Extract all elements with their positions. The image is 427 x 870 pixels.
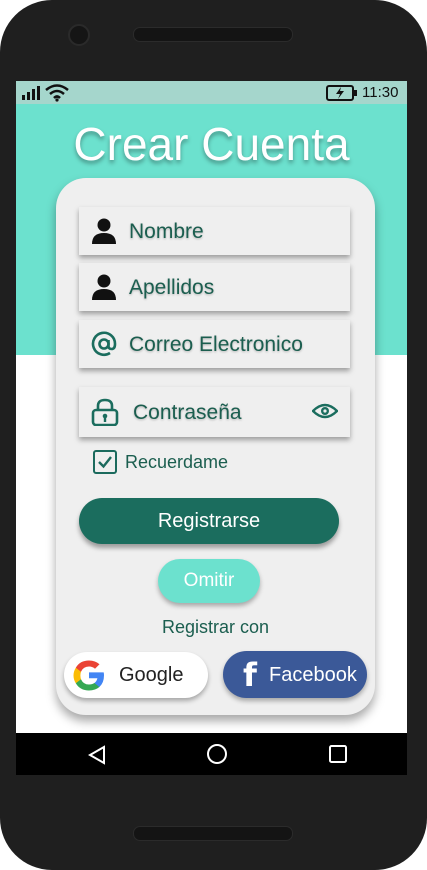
lock-icon bbox=[91, 398, 119, 426]
password-field[interactable]: Contraseña bbox=[79, 387, 350, 437]
remember-checkbox[interactable] bbox=[93, 450, 117, 474]
google-logo-icon bbox=[73, 660, 104, 691]
phone-frame: 11:30 Crear Cuenta Nombre Apellidos Corr… bbox=[0, 0, 427, 870]
password-placeholder: Contraseña bbox=[133, 401, 242, 424]
wifi-icon bbox=[45, 84, 69, 102]
google-signin-button[interactable]: Google bbox=[64, 652, 208, 698]
recent-apps-icon[interactable] bbox=[329, 745, 347, 763]
battery-charging-icon bbox=[326, 85, 357, 101]
email-field[interactable]: Correo Electronico bbox=[79, 320, 350, 368]
skip-button[interactable]: Omitir bbox=[158, 559, 260, 603]
home-icon[interactable] bbox=[206, 743, 228, 765]
eye-icon[interactable] bbox=[312, 402, 338, 420]
last-name-placeholder: Apellidos bbox=[129, 276, 215, 299]
person-icon bbox=[92, 274, 116, 300]
last-name-field[interactable]: Apellidos bbox=[79, 263, 350, 311]
cellular-signal-icon bbox=[22, 86, 40, 100]
front-camera bbox=[68, 24, 90, 46]
checkmark-icon bbox=[98, 456, 112, 469]
back-icon[interactable] bbox=[88, 745, 106, 765]
navigation-bar bbox=[16, 733, 407, 775]
bottom-speaker bbox=[133, 826, 293, 841]
person-icon bbox=[92, 218, 116, 244]
facebook-logo-icon: f bbox=[243, 656, 257, 694]
signup-card: Nombre Apellidos Correo Electronico Cont… bbox=[56, 178, 375, 715]
earpiece-speaker bbox=[133, 27, 293, 42]
first-name-placeholder: Nombre bbox=[129, 220, 204, 243]
status-time: 11:30 bbox=[362, 84, 399, 101]
email-placeholder: Correo Electronico bbox=[129, 333, 303, 356]
facebook-label: Facebook bbox=[269, 664, 357, 686]
register-button[interactable]: Registrarse bbox=[79, 498, 339, 544]
at-icon bbox=[91, 331, 117, 357]
google-label: Google bbox=[119, 664, 184, 686]
page-title: Crear Cuenta bbox=[73, 118, 350, 170]
remember-label: Recuerdame bbox=[125, 452, 229, 472]
screen: 11:30 Crear Cuenta Nombre Apellidos Corr… bbox=[16, 81, 407, 775]
status-bar: 11:30 bbox=[16, 81, 407, 104]
register-with-label: Registrar con bbox=[161, 617, 270, 637]
facebook-signin-button[interactable]: f Facebook bbox=[223, 651, 367, 698]
first-name-field[interactable]: Nombre bbox=[79, 207, 350, 255]
